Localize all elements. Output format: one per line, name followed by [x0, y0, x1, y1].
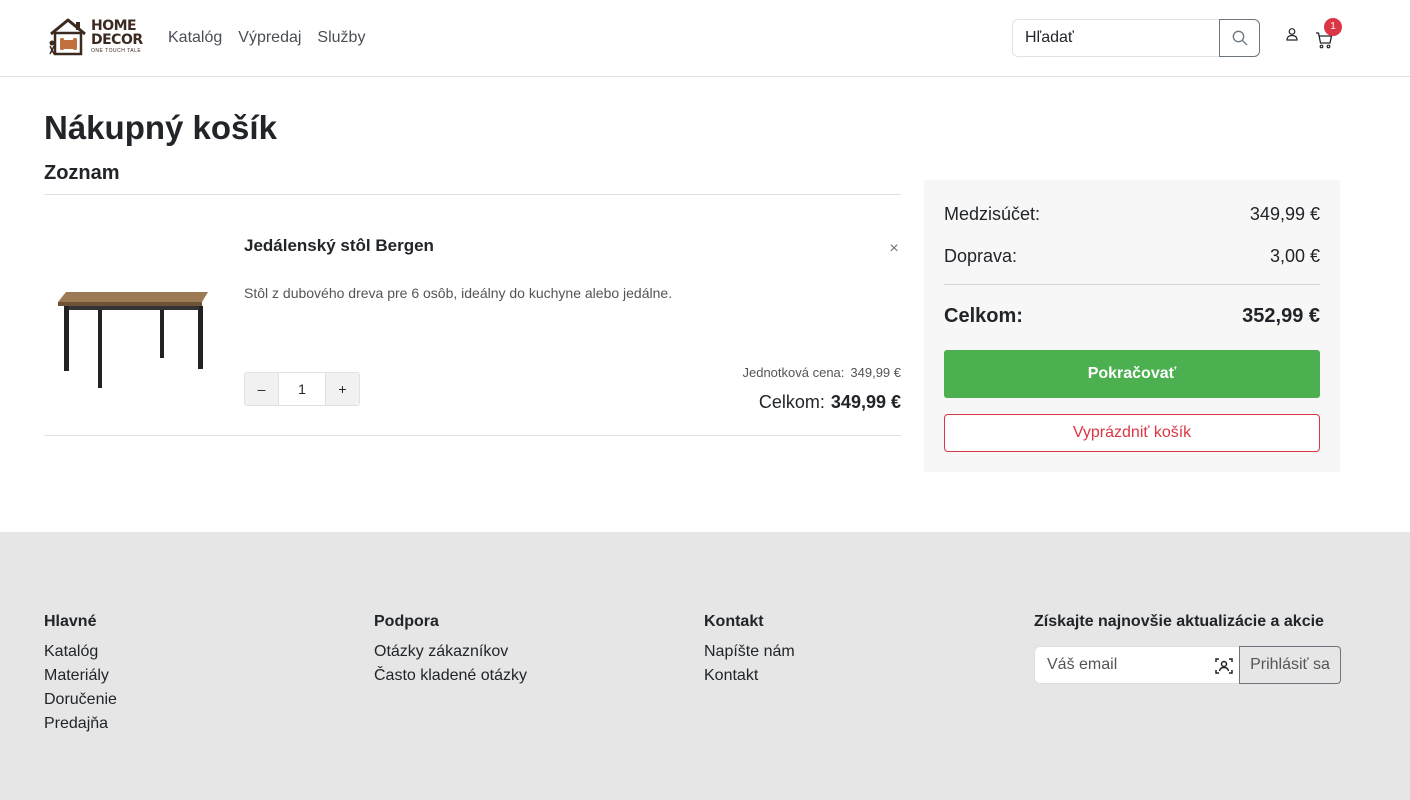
footer-link-dorucenie[interactable]: Doručenie [44, 688, 117, 712]
newsletter-form: Prihlásiť sa [1034, 646, 1341, 684]
product-description: Stôl z dubového dreva pre 6 osôb, ideáln… [244, 285, 673, 301]
product-name[interactable]: Jedálenský stôl Bergen [244, 235, 434, 257]
unit-price: Jednotková cena: 349,99 € [742, 365, 901, 381]
divider [44, 194, 901, 195]
logo-text: HOME DECOR [91, 18, 143, 48]
site-header: HOME DECOR ONE TOUCH TALE Katalóg Výpred… [0, 0, 1410, 77]
subtotal-value: 349,99 € [1249, 204, 1320, 224]
footer-link-otazky[interactable]: Otázky zákazníkov [374, 640, 527, 664]
unit-price-value: 349,99 € [850, 365, 901, 380]
footer-column-title: Hlavné [44, 613, 97, 630]
subtotal-row: Medzisúčet: 349,99 € [944, 203, 1320, 225]
search-form [1012, 19, 1260, 57]
footer-link-predajna[interactable]: Predajňa [44, 712, 117, 736]
continue-button[interactable]: Pokračovať [944, 350, 1320, 398]
footer-link-napiste-nam[interactable]: Napíšte nám [704, 640, 795, 664]
shipping-value: 3,00 € [1269, 246, 1320, 266]
total-row: Celkom: 352,99 € [944, 305, 1320, 327]
nav-katalog[interactable]: Katalóg [168, 28, 222, 48]
divider [44, 435, 901, 436]
cart-count-badge: 1 [1324, 18, 1342, 36]
main-nav: Katalóg Výpredaj Služby [168, 28, 365, 48]
item-total: Celkom: 349,99 € [759, 391, 901, 413]
logo-tagline: ONE TOUCH TALE [91, 48, 142, 54]
nav-sluzby[interactable]: Služby [317, 28, 365, 48]
increase-quantity-button[interactable]: + [325, 373, 359, 405]
shipping-label: Doprava: [944, 246, 1018, 266]
logo[interactable]: HOME DECOR ONE TOUCH TALE [48, 14, 143, 58]
quantity-input[interactable] [279, 373, 325, 405]
newsletter-input-wrapper [1034, 646, 1239, 684]
subtotal-label: Medzisúčet: [944, 204, 1041, 224]
quantity-stepper: – + [244, 372, 360, 406]
unit-price-label: Jednotková cena: [742, 365, 845, 380]
footer-column-title: Kontakt [704, 613, 764, 630]
total-value: 352,99 € [1242, 305, 1320, 327]
user-icon [1286, 28, 1298, 41]
footer-link-materialy[interactable]: Materiály [44, 664, 117, 688]
footer-column-contact: Kontakt Napíšte nám Kontakt [704, 612, 795, 688]
footer-link-kontakt[interactable]: Kontakt [704, 664, 795, 688]
search-input[interactable] [1012, 19, 1219, 57]
newsletter-title: Získajte najnovšie aktualizácie a akcie [1034, 613, 1324, 630]
cart-list-title: Zoznam [44, 162, 120, 184]
empty-cart-button[interactable]: Vyprázdniť košík [944, 414, 1320, 452]
newsletter-email-input[interactable] [1035, 647, 1205, 683]
site-footer: Hlavné Katalóg Materiály Doručenie Preda… [0, 532, 1410, 800]
footer-link-faq[interactable]: Často kladené otázky [374, 664, 527, 688]
nav-vypredaj[interactable]: Výpredaj [238, 28, 301, 48]
product-image[interactable] [52, 248, 216, 394]
item-total-label: Celkom: [758, 392, 825, 412]
decrease-quantity-button[interactable]: – [245, 373, 279, 405]
search-button[interactable] [1219, 19, 1260, 57]
order-summary: Medzisúčet: 349,99 € Doprava: 3,00 € Cel… [924, 180, 1340, 472]
search-icon [1232, 30, 1247, 46]
user-account-button[interactable] [1284, 26, 1300, 42]
newsletter: Získajte najnovšie aktualizácie a akcie … [1034, 612, 1341, 684]
page-title: Nákupný košík [44, 109, 277, 146]
autofill-contact-icon[interactable] [1215, 657, 1233, 675]
newsletter-subscribe-button[interactable]: Prihlásiť sa [1239, 646, 1341, 684]
remove-item-button[interactable]: × [886, 240, 902, 258]
footer-column-main: Hlavné Katalóg Materiály Doručenie Preda… [44, 612, 117, 736]
footer-column-support: Podpora Otázky zákazníkov Často kladené … [374, 612, 527, 688]
total-label: Celkom: [944, 305, 1023, 327]
shipping-row: Doprava: 3,00 € [944, 245, 1320, 267]
footer-column-title: Podpora [374, 613, 439, 630]
footer-link-katalog[interactable]: Katalóg [44, 640, 117, 664]
divider [944, 284, 1320, 285]
item-total-value: 349,99 € [830, 392, 901, 412]
home-decor-logo-icon [49, 18, 86, 56]
